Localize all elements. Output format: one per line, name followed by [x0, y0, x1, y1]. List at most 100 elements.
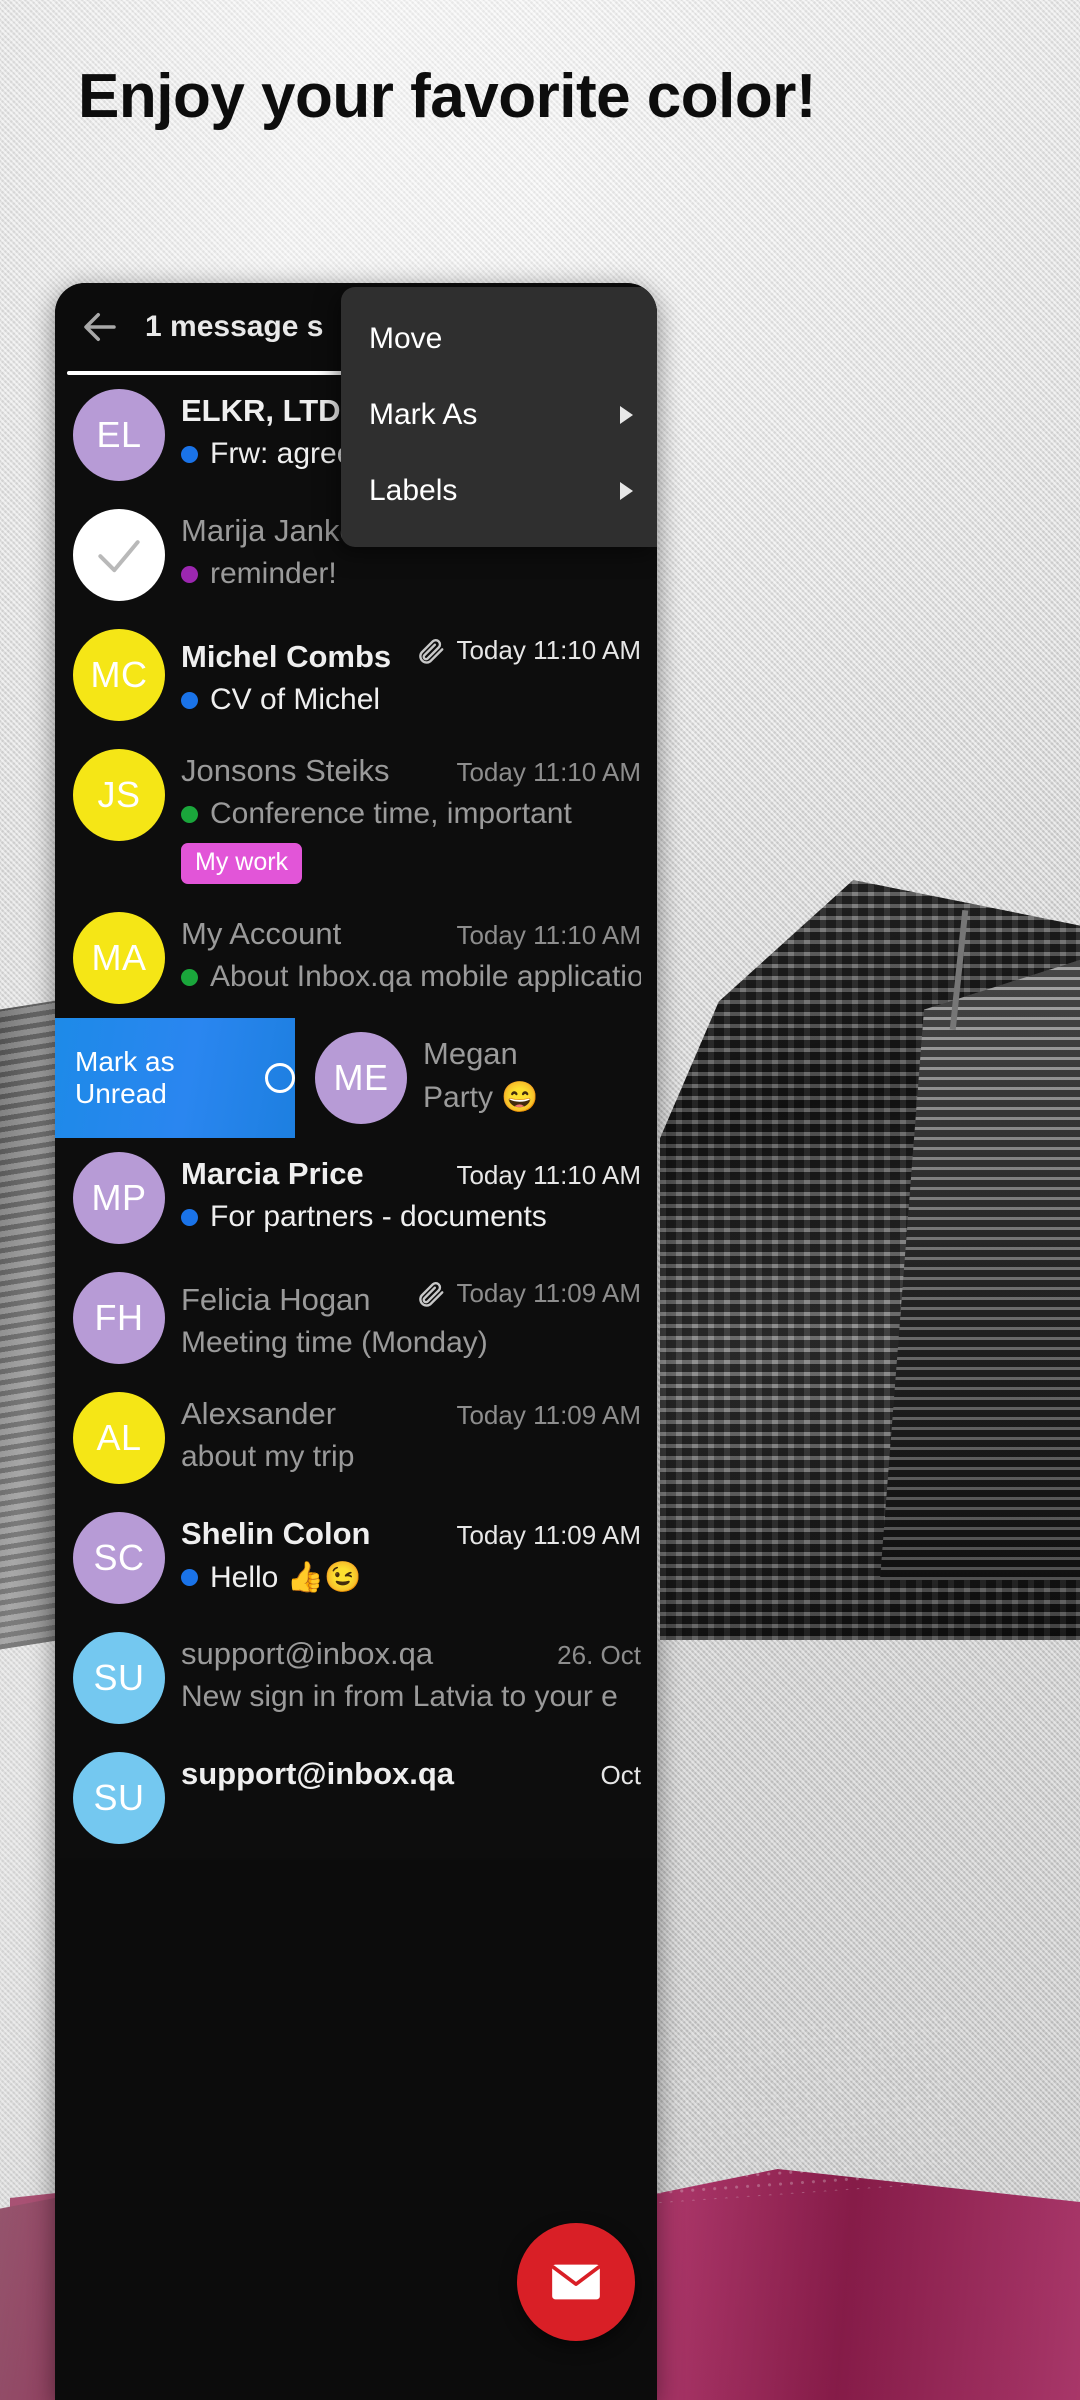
avatar[interactable]: ME [315, 1032, 407, 1124]
message-sender: Shelin Colon [181, 1516, 371, 1551]
chevron-right-icon [620, 482, 633, 500]
message-subject-line: About Inbox.qa mobile application [181, 960, 641, 994]
avatar-selected[interactable] [73, 509, 165, 601]
message-body: Megan Party 😄 [407, 1032, 641, 1115]
message-row[interactable]: MP Marcia Price Today 11:10 AM For partners… [55, 1138, 657, 1258]
page-title: Enjoy your favorite color! [78, 62, 817, 131]
avatar[interactable]: SC [73, 1512, 165, 1604]
menu-item-labels[interactable]: Labels [341, 453, 657, 529]
message-timestamp: Oct [600, 1760, 641, 1790]
message-timestamp: Today 11:10 AM [456, 757, 641, 787]
back-button[interactable] [69, 296, 131, 358]
avatar[interactable]: MA [73, 912, 165, 1004]
avatar[interactable]: EL [73, 389, 165, 481]
avatar[interactable]: SU [73, 1752, 165, 1844]
compose-fab[interactable] [517, 2223, 635, 2341]
message-meta: Today 11:10 AM [456, 920, 641, 951]
message-row[interactable]: SC Shelin Colon Today 11:09 AM Hello 👍😉 [55, 1498, 657, 1618]
message-row[interactable]: JS Jonsons Steiks Today 11:10 AM Conference… [55, 735, 657, 898]
overflow-menu[interactable]: Move Mark As Labels [341, 287, 657, 547]
message-row[interactable]: SU support@inbox.qa 26. Oct New sign in fro… [55, 1618, 657, 1738]
avatar-initials: EL [96, 414, 142, 455]
message-header-line: support@inbox.qa Oct [181, 1756, 641, 1792]
message-sender: Jonsons Steiks [181, 753, 390, 788]
paperclip-icon [419, 639, 444, 664]
message-header-line: Alexsander Today 11:09 AM [181, 1396, 641, 1432]
message-timestamp: Today 11:09 AM [456, 1400, 641, 1430]
message-sender: support@inbox.qa [181, 1756, 455, 1791]
message-body: Shelin Colon Today 11:09 AM Hello 👍😉 [165, 1512, 641, 1595]
message-subject-line: reminder! [181, 557, 641, 591]
check-icon [98, 540, 140, 573]
menu-item-label: Mark As [369, 398, 478, 431]
message-subject: New sign in from Latvia to your e [181, 1680, 618, 1713]
avatar-initials: SU [93, 1657, 145, 1698]
message-list[interactable]: EL ELKR, LTD Frw: agreeme Marija Jankov remi… [55, 375, 657, 1858]
message-timestamp: 26. Oct [557, 1640, 641, 1670]
message-row[interactable]: MC Michel Combs Today 11:10 AM CV of Michel [55, 615, 657, 735]
message-header-line: Shelin Colon Today 11:09 AM [181, 1516, 641, 1552]
avatar[interactable]: AL [73, 1392, 165, 1484]
avatar[interactable]: MC [73, 629, 165, 721]
message-meta: Today 11:10 AM [416, 633, 641, 667]
message-row[interactable]: SU support@inbox.qa Oct [55, 1738, 657, 1858]
phone-frame: 1 message s EL ELKR, LTD Frw: agreeme Marij… [55, 283, 657, 2400]
message-subject-line: Hello 👍😉 [181, 1560, 641, 1595]
message-subject-line: New sign in from Latvia to your e [181, 1680, 641, 1714]
message-sender: Felicia Hogan [181, 1282, 371, 1317]
message-body: Jonsons Steiks Today 11:10 AM Conference t… [165, 749, 641, 884]
menu-item-move[interactable]: Move [341, 301, 657, 377]
message-subject-line: For partners - documents [181, 1200, 641, 1234]
message-body: Felicia Hogan Today 11:09 AM Meeting time … [165, 1272, 641, 1360]
message-sender: Alexsander [181, 1396, 337, 1431]
menu-item-label: Labels [369, 474, 458, 507]
avatar[interactable]: FH [73, 1272, 165, 1364]
envelope-icon [551, 2264, 601, 2300]
message-header-line: support@inbox.qa 26. Oct [181, 1636, 641, 1672]
avatar-initials: ME [333, 1057, 389, 1098]
avatar-initials: SC [93, 1537, 145, 1578]
message-subject: Conference time, important [210, 797, 572, 830]
message-row[interactable]: ME Megan Party 😄 Mark as Unread [55, 1018, 657, 1138]
message-meta: Today 11:09 AM [416, 1276, 641, 1310]
message-row[interactable]: MA My Account Today 11:10 AM About Inbox.qa… [55, 898, 657, 1018]
message-subject: reminder! [210, 557, 337, 590]
menu-item-label: Move [369, 322, 443, 355]
chevron-right-icon [620, 406, 633, 424]
message-row[interactable]: FH Felicia Hogan Today 11:09 AM Meeting tim… [55, 1258, 657, 1378]
message-body: Alexsander Today 11:09 AM about my trip [165, 1392, 641, 1474]
message-body: My Account Today 11:10 AM About Inbox.qa m… [165, 912, 641, 994]
avatar[interactable]: MP [73, 1152, 165, 1244]
unread-status-dot [181, 968, 198, 986]
avatar-initials: MC [90, 654, 148, 695]
message-body: Marcia Price Today 11:10 AM For partners -… [165, 1152, 641, 1234]
message-subject: About Inbox.qa mobile application [210, 960, 641, 993]
unread-status-dot [181, 805, 198, 823]
message-header-line: Jonsons Steiks Today 11:10 AM [181, 753, 641, 789]
unread-status-dot [181, 445, 198, 463]
avatar-initials: MA [91, 937, 147, 978]
message-subject: Meeting time (Monday) [181, 1326, 488, 1359]
avatar[interactable]: SU [73, 1632, 165, 1724]
message-subject-line: Conference time, important [181, 797, 641, 831]
unread-status-dot [181, 565, 198, 583]
message-row[interactable]: AL Alexsander Today 11:09 AM about my trip [55, 1378, 657, 1498]
menu-item-mark-as[interactable]: Mark As [341, 377, 657, 453]
avatar-initials: JS [97, 774, 141, 815]
message-meta: Today 11:09 AM [456, 1520, 641, 1551]
message-subject-line: Meeting time (Monday) [181, 1326, 641, 1360]
message-timestamp: Today 11:09 AM [456, 1277, 641, 1308]
avatar[interactable]: JS [73, 749, 165, 841]
message-header-line: My Account Today 11:10 AM [181, 916, 641, 952]
screenshot-stage: Enjoy your favorite color! 1 message s E… [0, 0, 1080, 2400]
paperclip-icon [419, 1282, 444, 1307]
message-meta: Oct [601, 1760, 641, 1791]
message-header-line: Megan [423, 1036, 641, 1072]
label-chip[interactable]: My work [181, 843, 303, 884]
message-subject: CV of Michel [210, 683, 381, 716]
message-header-line: Marcia Price Today 11:10 AM [181, 1156, 641, 1192]
swipe-action-mark-as-unread[interactable]: Mark as Unread [55, 1018, 295, 1138]
arrow-left-icon [84, 313, 116, 341]
message-timestamp: Today 11:10 AM [456, 634, 641, 665]
avatar-initials: SU [93, 1777, 145, 1818]
